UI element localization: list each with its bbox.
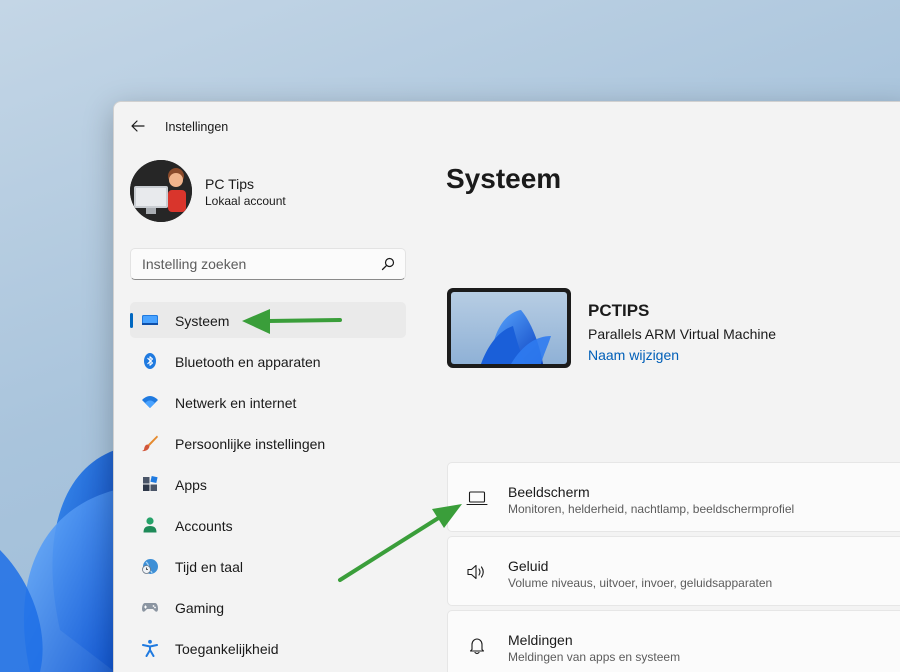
person-icon: [143, 517, 157, 533]
device-thumbnail: [447, 288, 571, 368]
sidebar-item-label: Persoonlijke instellingen: [175, 436, 326, 452]
back-button[interactable]: [128, 116, 148, 136]
bell-icon: [469, 638, 485, 655]
bluetooth-icon: [144, 353, 156, 369]
profile-name: PC Tips: [205, 176, 255, 192]
avatar: [130, 160, 192, 222]
laptop-icon: [466, 491, 488, 506]
accessibility-icon: [142, 639, 158, 657]
page-title: Systeem: [446, 163, 562, 194]
sidebar-item-label: Apps: [175, 477, 207, 493]
avatar-image: [130, 160, 192, 222]
apps-icon: [143, 475, 158, 491]
sidebar-item-label: Netwerk en internet: [175, 395, 297, 411]
sidebar-item-label: Systeem: [175, 313, 230, 329]
sidebar-item-label: Accounts: [175, 518, 233, 534]
card-beeldscherm[interactable]: Beeldscherm Monitoren, helderheid, nacht…: [447, 462, 900, 532]
card-meldingen[interactable]: Meldingen Meldingen van apps en systeem: [447, 610, 900, 672]
card-title: Geluid: [508, 558, 549, 574]
sidebar-item-label: Bluetooth en apparaten: [175, 354, 321, 370]
brush-icon: [142, 435, 158, 452]
card-subtitle: Meldingen van apps en systeem: [508, 650, 681, 664]
sidebar-item-bluetooth[interactable]: Bluetooth en apparaten: [130, 343, 406, 379]
rename-device-link[interactable]: Naam wijzigen: [588, 347, 679, 363]
monitor-icon: [142, 315, 158, 325]
app-title: Instellingen: [165, 120, 229, 134]
sidebar-nav: Systeem Bluetooth en apparaten Netwerk e…: [130, 302, 406, 671]
sidebar-item-toegankelijkheid[interactable]: Toegankelijkheid: [130, 630, 406, 666]
sidebar-item-gaming[interactable]: Gaming: [130, 589, 406, 625]
settings-window: Instellingen PC Tips Lokaal account Inst…: [113, 101, 900, 672]
profile-account-type: Lokaal account: [205, 194, 286, 208]
device-model: Parallels ARM Virtual Machine: [588, 326, 777, 342]
search-box: [130, 248, 406, 280]
wifi-icon: [142, 396, 158, 408]
sidebar-item-persoonlijk[interactable]: Persoonlijke instellingen: [130, 425, 406, 461]
card-title: Beeldscherm: [508, 484, 590, 500]
card-subtitle: Monitoren, helderheid, nachtlamp, beelds…: [508, 502, 795, 516]
arrow-left-icon: [131, 120, 145, 132]
sidebar-item-systeem[interactable]: Systeem: [130, 302, 406, 338]
sidebar-item-netwerk[interactable]: Netwerk en internet: [130, 384, 406, 420]
speaker-icon: [467, 564, 484, 580]
search-input[interactable]: [131, 249, 405, 279]
sidebar-item-label: Gaming: [175, 600, 225, 616]
card-title: Meldingen: [508, 632, 573, 648]
selection-indicator: [130, 313, 133, 328]
sidebar-item-accounts[interactable]: Accounts: [130, 507, 406, 543]
device-name: PCTIPS: [588, 301, 650, 320]
sidebar-item-apps[interactable]: Apps: [130, 466, 406, 502]
wallpaper-preview: [451, 292, 567, 364]
settings-cards: Beeldscherm Monitoren, helderheid, nacht…: [447, 462, 900, 672]
card-geluid[interactable]: Geluid Volume niveaus, uitvoer, invoer, …: [447, 536, 900, 606]
sidebar-item-label: Toegankelijkheid: [175, 641, 279, 657]
clock-globe-icon: [142, 559, 158, 574]
card-subtitle: Volume niveaus, uitvoer, invoer, geluids…: [508, 576, 773, 590]
gamepad-icon: [142, 603, 158, 612]
main-content: Systeem PCTIPS Parallels ARM Virtual Mac…: [446, 102, 900, 672]
search-icon[interactable]: [381, 257, 395, 271]
sidebar-item-tijd[interactable]: Tijd en taal: [130, 548, 406, 584]
sidebar-item-label: Tijd en taal: [175, 559, 243, 575]
